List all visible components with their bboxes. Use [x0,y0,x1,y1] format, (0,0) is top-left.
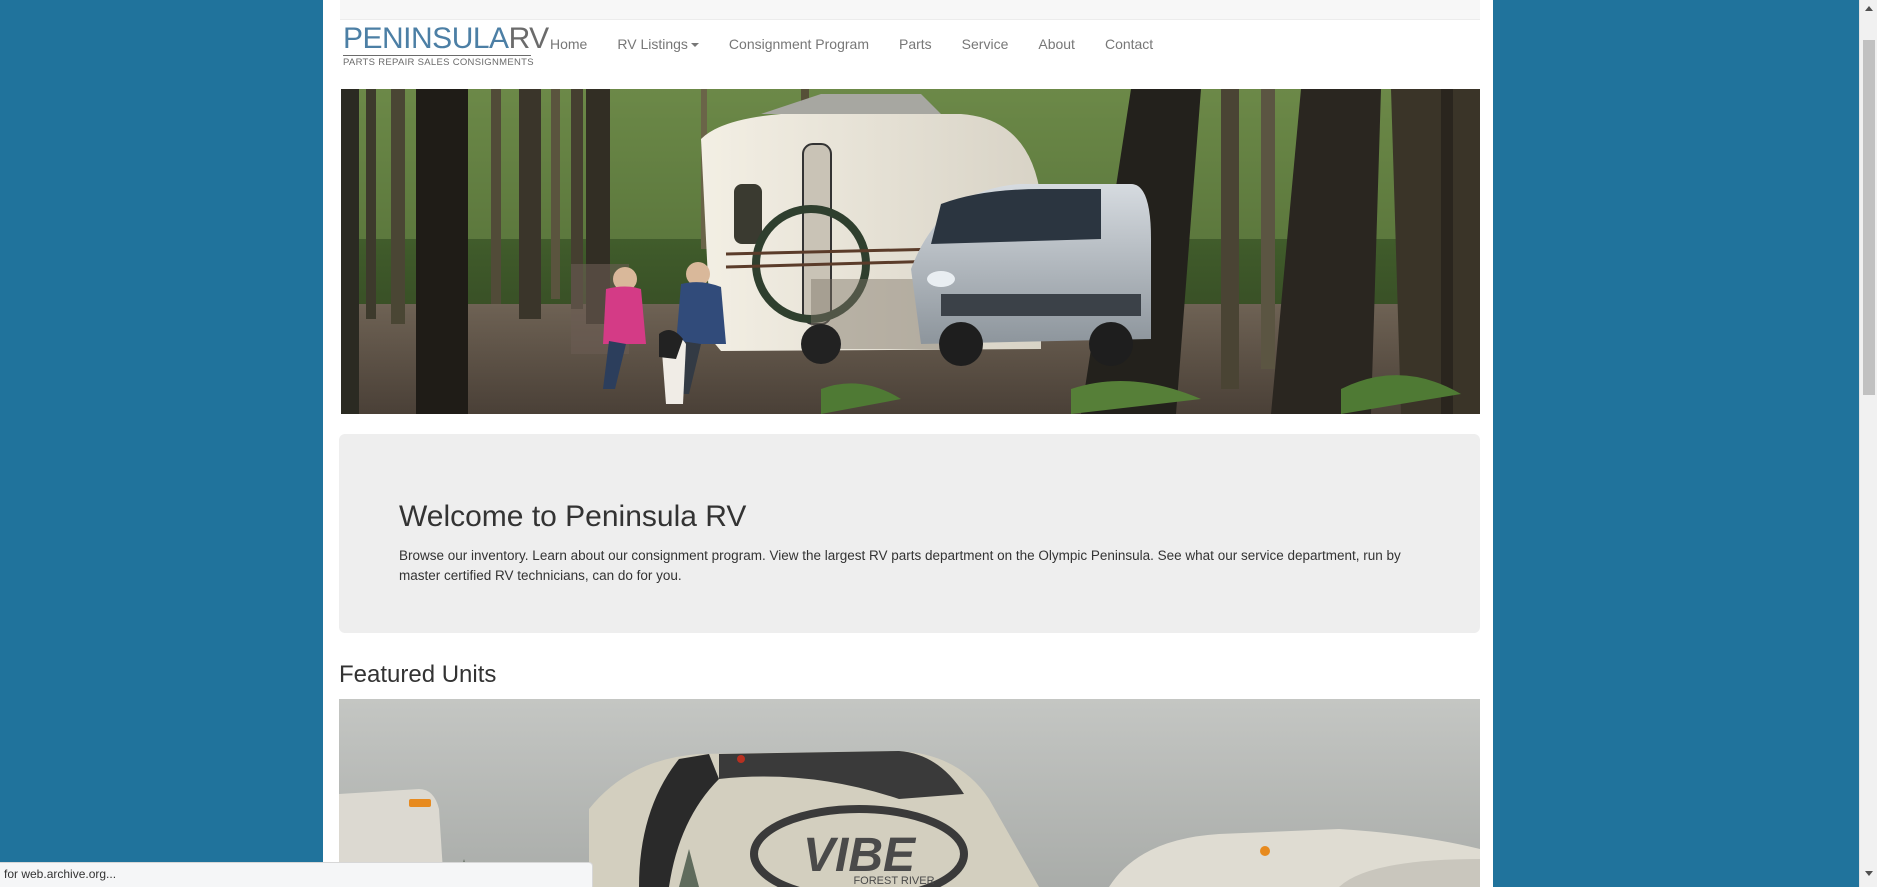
top-strip [340,0,1480,20]
forest-river-text: FOREST RIVER [853,875,934,887]
welcome-text: Browse our inventory. Learn about our co… [399,548,1401,583]
nav-about[interactable]: About [1023,19,1090,69]
hero-banner-image [341,89,1480,414]
logo-divider [343,55,531,56]
nav-parts[interactable]: Parts [884,19,947,69]
page-container: PENINSULARV PARTS REPAIR SALES CONSIGNME… [323,0,1493,887]
nav-consignment-program[interactable]: Consignment Program [714,19,884,69]
logo-tagline: PARTS REPAIR SALES CONSIGNMENTS [343,57,534,68]
welcome-jumbotron: Welcome to Peninsula RV Browse our inven… [339,434,1480,633]
navbar: PENINSULARV PARTS REPAIR SALES CONSIGNME… [340,19,1480,89]
logo-wordmark: PENINSULARV [343,22,549,55]
nav-menu: Home RV Listings Consignment Program Par… [535,19,1168,69]
nav-rv-listings[interactable]: RV Listings [602,19,714,69]
status-text: g for web.archive.org... [0,867,117,881]
brand-logo[interactable]: PENINSULARV PARTS REPAIR SALES CONSIGNME… [343,20,549,68]
featured-unit-image[interactable]: VIBE FOREST RIVER [339,699,1480,887]
nav-home[interactable]: Home [535,19,602,69]
nav-contact[interactable]: Contact [1090,19,1168,69]
scrollbar-thumb[interactable] [1863,40,1875,395]
vertical-scrollbar[interactable] [1859,0,1877,887]
welcome-title: Welcome to Peninsula RV [399,500,747,533]
nav-service[interactable]: Service [947,19,1024,69]
featured-units-heading: Featured Units [339,661,497,688]
browser-status-bar: g for web.archive.org... [0,862,593,887]
scroll-down-arrow-icon[interactable] [1865,871,1873,876]
scroll-up-arrow-icon[interactable] [1865,6,1873,11]
caret-down-icon [690,43,699,48]
